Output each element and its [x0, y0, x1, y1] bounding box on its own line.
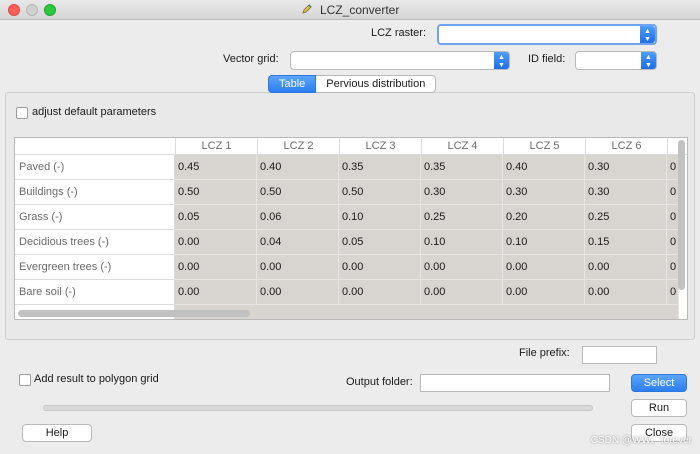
table-cell[interactable]: 0.10 [503, 230, 585, 255]
table-cell[interactable]: 0.10 [339, 205, 421, 230]
table-cell[interactable]: 0.25 [585, 205, 667, 230]
column-header[interactable]: LCZ 3 [339, 138, 421, 155]
column-header[interactable]: LCZ 5 [503, 138, 585, 155]
table-cell[interactable]: 0.20 [503, 205, 585, 230]
run-button[interactable]: Run [631, 399, 687, 417]
help-button[interactable]: Help [22, 424, 92, 442]
tab-bar: Table Pervious distribution [268, 75, 437, 93]
column-header[interactable]: LCZ 2 [257, 138, 339, 155]
table-cell[interactable]: 0.35 [339, 155, 421, 180]
table-cell[interactable]: 0.30 [585, 180, 667, 205]
table-cell[interactable]: 0.10 [421, 230, 503, 255]
id-field-select[interactable]: ▲ ▼ [575, 51, 657, 70]
vector-grid-select[interactable]: ▲ ▼ [290, 51, 510, 70]
id-field-label: ID field: [528, 53, 566, 65]
table-cell[interactable]: 0.25 [421, 205, 503, 230]
table-cell[interactable]: 0.00 [175, 255, 257, 280]
row-header[interactable]: Bare soil (-) [15, 280, 175, 305]
progress-bar [43, 405, 593, 411]
row-header[interactable]: Paved (-) [15, 155, 175, 180]
table-cell[interactable]: 0.40 [503, 155, 585, 180]
table-cell[interactable]: 0.00 [175, 280, 257, 305]
tab-pervious-distribution[interactable]: Pervious distribution [316, 75, 437, 93]
column-header[interactable]: LCZ 1 [175, 138, 257, 155]
table-cell[interactable]: 0.00 [585, 280, 667, 305]
table-row-partial [175, 305, 679, 319]
table-corner [15, 138, 175, 155]
horizontal-scrollbar[interactable] [18, 310, 250, 317]
row-header[interactable]: Evergreen trees (-) [15, 255, 175, 280]
table-cell[interactable]: 0.50 [257, 180, 339, 205]
table-cell[interactable]: 0.00 [257, 255, 339, 280]
file-prefix-input[interactable] [582, 346, 657, 364]
table-cell[interactable]: 0.04 [257, 230, 339, 255]
table-cell[interactable]: 0.35 [421, 155, 503, 180]
title-bar: LCZ_converter [0, 0, 700, 20]
table-cell[interactable]: 0.30 [585, 155, 667, 180]
table-cell[interactable]: 0.00 [339, 280, 421, 305]
table-cell[interactable]: 0.00 [421, 255, 503, 280]
table-cell[interactable]: 0.00 [257, 280, 339, 305]
table-cell[interactable]: 0.00 [339, 255, 421, 280]
table-cell[interactable]: 0.30 [421, 180, 503, 205]
pencil-icon [302, 4, 312, 14]
adjust-params-label: adjust default parameters [32, 106, 157, 118]
vector-grid-label: Vector grid: [223, 53, 279, 65]
parameter-table[interactable]: LCZ 1 LCZ 2 LCZ 3 LCZ 4 LCZ 5 LCZ 6 Pave… [14, 137, 688, 320]
select-button[interactable]: Select [631, 374, 687, 392]
table-cell[interactable]: 0.40 [257, 155, 339, 180]
row-header[interactable]: Buildings (-) [15, 180, 175, 205]
table-cell[interactable]: 0.15 [585, 230, 667, 255]
vertical-scrollbar[interactable] [678, 140, 685, 290]
column-header[interactable]: LCZ 4 [421, 138, 503, 155]
watermark: CSDN @WW、forever [590, 435, 692, 446]
table-cell[interactable]: 0.00 [421, 280, 503, 305]
tab-table[interactable]: Table [268, 75, 317, 93]
column-header[interactable]: LCZ 6 [585, 138, 667, 155]
chevron-updown-icon: ▲ ▼ [640, 26, 655, 43]
adjust-params-checkbox[interactable] [16, 107, 28, 119]
table-cell[interactable]: 0.45 [175, 155, 257, 180]
output-folder-label: Output folder: [346, 376, 413, 388]
table-cell[interactable]: 0.00 [503, 255, 585, 280]
window-title: LCZ_converter [319, 3, 400, 17]
table-cell[interactable]: 0.00 [175, 230, 257, 255]
add-result-label: Add result to polygon grid [34, 373, 159, 385]
table-cell[interactable]: 0.00 [585, 255, 667, 280]
lcz-raster-label: LCZ raster: [371, 27, 427, 39]
table-cell[interactable]: 0.05 [175, 205, 257, 230]
table-cell[interactable]: 0.05 [339, 230, 421, 255]
table-cell[interactable]: 0.00 [503, 280, 585, 305]
window-title-wrap: LCZ_converter [0, 3, 700, 17]
table-cell[interactable]: 0.06 [257, 205, 339, 230]
table-cell[interactable]: 0.30 [503, 180, 585, 205]
table-cell[interactable]: 0.50 [339, 180, 421, 205]
row-header[interactable]: Grass (-) [15, 205, 175, 230]
chevron-updown-icon: ▲ ▼ [641, 52, 656, 69]
chevron-updown-icon: ▲ ▼ [494, 52, 509, 69]
file-prefix-label: File prefix: [519, 347, 570, 359]
output-folder-input[interactable] [420, 374, 610, 392]
add-result-checkbox[interactable] [19, 374, 31, 386]
row-header[interactable]: Decidious trees (-) [15, 230, 175, 255]
table-cell[interactable]: 0.50 [175, 180, 257, 205]
lcz-raster-select[interactable]: ▲ ▼ [437, 24, 657, 45]
